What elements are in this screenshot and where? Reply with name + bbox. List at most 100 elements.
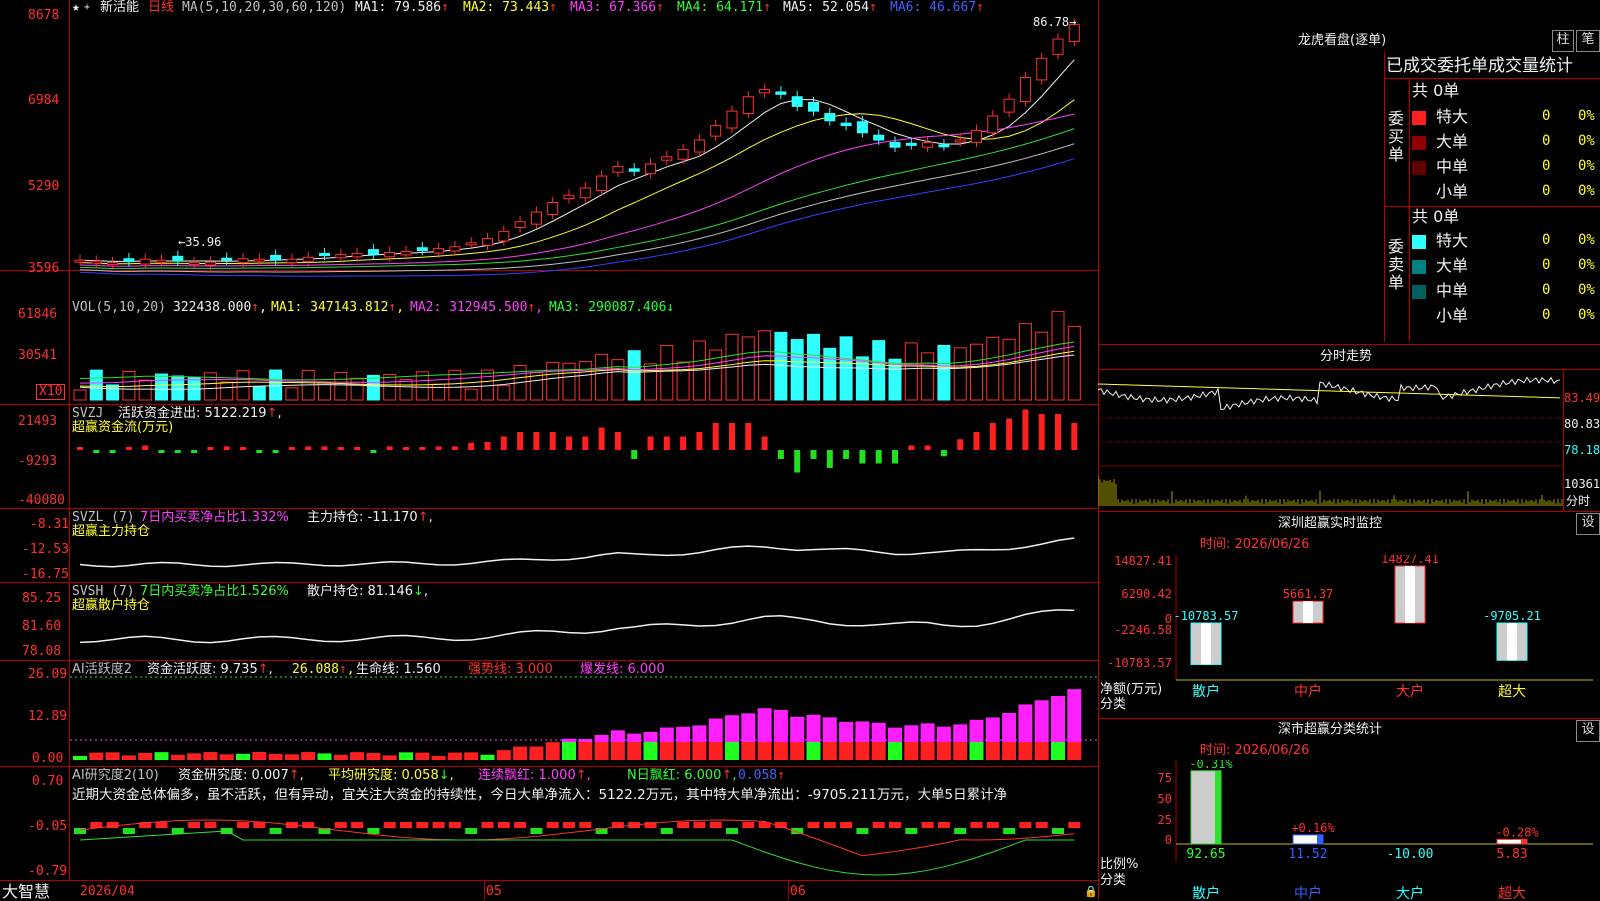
volume-bar bbox=[937, 344, 951, 401]
activity-bar bbox=[333, 754, 348, 760]
stats-chart: 75 50 25 0 -0.31% 92.65 散户 +0.16% 11.52 中户 -10.00 大… bbox=[1158, 760, 1593, 900]
research-bar bbox=[171, 828, 184, 834]
candle bbox=[742, 96, 754, 115]
ai1-strong: 强势线: 3.000 bbox=[468, 662, 553, 677]
volume-bar bbox=[220, 381, 234, 401]
candle bbox=[987, 115, 999, 134]
volume-bar bbox=[252, 386, 266, 401]
lhb-subtitle[interactable]: 已成交委托单成交量统计 bbox=[1386, 57, 1573, 75]
activity-bar bbox=[480, 754, 495, 760]
app-logo[interactable]: 大智慧 bbox=[2, 883, 50, 900]
x-tick-mark bbox=[788, 880, 789, 900]
activity-bar bbox=[252, 752, 267, 760]
flow-bar bbox=[810, 450, 817, 459]
flow-bar bbox=[158, 450, 165, 453]
stats-category: 中户 bbox=[1294, 885, 1322, 900]
activity-bar bbox=[399, 752, 413, 760]
volume-bar bbox=[269, 369, 283, 401]
activity-bar bbox=[904, 725, 919, 742]
activity-bar bbox=[236, 753, 250, 760]
flow-bar bbox=[419, 447, 426, 450]
activity-bar bbox=[610, 730, 625, 742]
candle bbox=[661, 156, 673, 161]
flow-bar bbox=[191, 450, 198, 453]
y-tick: -0.05 bbox=[28, 819, 68, 834]
vol-tick: 10361 bbox=[1564, 477, 1600, 491]
flow-bar bbox=[109, 450, 116, 453]
intraday-chart[interactable] bbox=[1098, 370, 1563, 510]
period-label[interactable]: 日线 bbox=[148, 1, 174, 15]
activity-bar bbox=[545, 742, 560, 760]
volume-bar bbox=[464, 388, 478, 401]
tab-bar-view[interactable]: 柱 bbox=[1552, 30, 1574, 52]
volume-bar bbox=[1002, 338, 1016, 401]
tab-tick-view[interactable]: 笔 bbox=[1576, 30, 1600, 52]
y-tick: 14827.41 bbox=[1114, 555, 1172, 568]
flow-bar bbox=[712, 423, 719, 450]
volume-bar bbox=[953, 347, 967, 401]
flow-bar bbox=[973, 432, 980, 450]
ma-line bbox=[79, 113, 1075, 267]
volume-bar bbox=[1051, 310, 1065, 401]
activity-bar bbox=[888, 742, 902, 760]
volume-bar bbox=[741, 336, 755, 401]
ma-line bbox=[79, 99, 1075, 265]
flow-bar bbox=[794, 450, 801, 473]
volume-bar bbox=[774, 331, 788, 401]
activity-bar bbox=[822, 742, 837, 760]
divider bbox=[1563, 370, 1564, 510]
chart-canvas[interactable] bbox=[0, 0, 1098, 900]
volume-bar bbox=[839, 336, 853, 401]
flow-bar bbox=[957, 439, 964, 450]
activity-bar bbox=[985, 717, 1000, 742]
plus-icon[interactable]: + bbox=[84, 1, 90, 15]
activity-bar bbox=[741, 713, 756, 742]
y-tick: -12.53 bbox=[22, 542, 69, 557]
ma2-value: MA2: 73.443↑ bbox=[463, 0, 557, 15]
research-bar bbox=[660, 828, 673, 834]
stats-title: 深市超赢分类统计 bbox=[1278, 722, 1383, 737]
y-tick: 75 bbox=[1158, 771, 1172, 785]
volume-bar bbox=[432, 383, 446, 401]
stats-bottom-label: 5.83 bbox=[1496, 847, 1527, 862]
volume-bar bbox=[595, 353, 609, 401]
candle bbox=[645, 163, 656, 175]
activity-bar bbox=[1018, 742, 1033, 760]
level-color-swatch bbox=[1412, 136, 1426, 150]
activity-bar bbox=[1067, 689, 1082, 742]
svsh-title: 超赢散户持仓 bbox=[72, 598, 151, 613]
lock-icon[interactable]: 🔒 bbox=[1084, 885, 1098, 899]
stock-name[interactable]: 新活能 bbox=[100, 1, 139, 15]
research-bar bbox=[1003, 828, 1016, 834]
activity-bar bbox=[513, 746, 528, 760]
activity-bar bbox=[154, 752, 169, 760]
y-tick: 30541 bbox=[18, 348, 58, 363]
activity-bar bbox=[871, 722, 886, 742]
ai1-life: 生命线: 1.560 bbox=[356, 662, 441, 677]
vol-ma2: MA2: 312945.500↑, bbox=[410, 300, 544, 315]
research-bar bbox=[1068, 822, 1081, 828]
star-icon[interactable]: ★ bbox=[72, 1, 80, 15]
volume-bar bbox=[790, 339, 804, 401]
activity-bar bbox=[627, 742, 642, 760]
research-bar bbox=[1035, 822, 1048, 828]
research-bar bbox=[530, 828, 543, 834]
candle bbox=[1052, 38, 1064, 55]
level-name: 小单 bbox=[1436, 182, 1469, 201]
flow-bar bbox=[484, 441, 491, 450]
volume-bar bbox=[285, 387, 299, 401]
candle bbox=[710, 125, 722, 137]
flow-bar bbox=[337, 447, 344, 450]
monitor-settings-button[interactable]: 设 bbox=[1576, 513, 1600, 535]
candle bbox=[938, 144, 950, 148]
stats-settings-button[interactable]: 设 bbox=[1576, 720, 1600, 742]
level-count: 0 bbox=[1542, 158, 1551, 174]
divider bbox=[1384, 52, 1385, 342]
research-bar bbox=[579, 822, 592, 828]
stats-bar-group bbox=[1496, 838, 1528, 845]
level-color-swatch bbox=[1412, 235, 1426, 249]
flow-bar bbox=[843, 450, 850, 459]
candle bbox=[1019, 77, 1031, 103]
volume-bar bbox=[660, 345, 674, 401]
stats-bar-edge bbox=[1317, 834, 1323, 844]
